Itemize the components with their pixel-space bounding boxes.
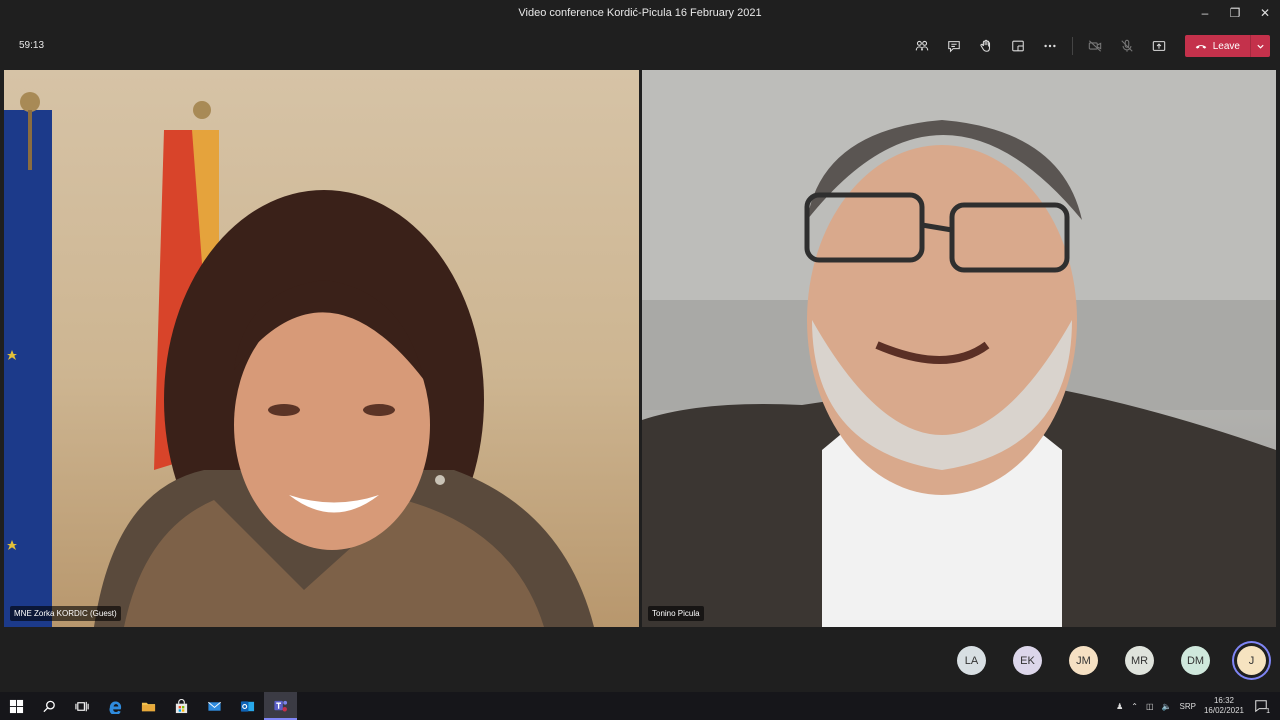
chat-icon bbox=[947, 41, 960, 53]
taskbar-file-explorer[interactable] bbox=[132, 692, 165, 720]
participant-roster: LA EK JM MR DM J bbox=[0, 628, 1280, 692]
notification-count: 1 bbox=[1266, 708, 1270, 715]
participants-icon bbox=[915, 40, 928, 51]
network-icon[interactable]: ◫ bbox=[1146, 702, 1154, 711]
mail-icon bbox=[208, 701, 221, 711]
participant-video-feed bbox=[642, 70, 1276, 627]
leave-label: Leave bbox=[1212, 40, 1240, 52]
window-title: Video conference Kordić-Picula 16 Februa… bbox=[518, 7, 762, 19]
edge-browser-icon bbox=[109, 700, 122, 714]
taskbar-outlook[interactable] bbox=[231, 692, 264, 720]
maximize-button[interactable]: ❐ bbox=[1220, 0, 1250, 26]
participant-name-tag: MNE Zorka KORDIC (Guest) bbox=[10, 606, 121, 621]
close-icon: ✕ bbox=[1259, 6, 1271, 20]
participant-avatar[interactable]: JM bbox=[1069, 646, 1098, 675]
camera-off-icon bbox=[1088, 40, 1101, 52]
video-stage: MNE Zorka KORDIC (Guest) Tonino Picula bbox=[4, 70, 1276, 627]
taskbar-teams[interactable] bbox=[264, 692, 297, 720]
folder-icon bbox=[141, 702, 156, 711]
mic-toggle-button[interactable] bbox=[1111, 34, 1143, 58]
task-view-button[interactable] bbox=[66, 692, 99, 720]
more-actions-button[interactable] bbox=[1034, 34, 1066, 58]
close-button[interactable]: ✕ bbox=[1250, 0, 1280, 26]
outlook-icon bbox=[240, 700, 255, 712]
share-screen-button[interactable] bbox=[1143, 34, 1175, 58]
participant-avatar[interactable]: LA bbox=[957, 646, 986, 675]
taskbar-apps bbox=[0, 692, 297, 720]
chevron-up-icon[interactable]: ⌃ bbox=[1131, 702, 1138, 711]
more-icon bbox=[1044, 44, 1056, 48]
toolbar-divider bbox=[1071, 37, 1073, 55]
participant-name-tag: Tonino Picula bbox=[648, 606, 704, 621]
breakout-rooms-icon bbox=[1011, 40, 1024, 52]
chat-button[interactable] bbox=[938, 34, 970, 58]
avatar-list: LA EK JM MR DM J bbox=[957, 646, 1266, 675]
breakout-rooms-button[interactable] bbox=[1002, 34, 1034, 58]
store-bag-icon bbox=[175, 698, 188, 713]
video-tile-tonino-picula[interactable]: Tonino Picula bbox=[642, 70, 1276, 627]
raise-hand-icon bbox=[980, 39, 990, 52]
start-button[interactable] bbox=[0, 692, 33, 720]
participant-avatar[interactable]: EK bbox=[1013, 646, 1042, 675]
chevron-down-icon bbox=[1257, 44, 1264, 49]
avatar-initials: DM bbox=[1186, 654, 1205, 667]
volume-icon[interactable]: 🔈 bbox=[1162, 702, 1172, 711]
video-tile-zorka-kordic[interactable]: MNE Zorka KORDIC (Guest) bbox=[4, 70, 639, 627]
participant-avatar[interactable]: J bbox=[1237, 646, 1266, 675]
participant-video-feed bbox=[4, 92, 594, 627]
participant-avatar[interactable]: DM bbox=[1181, 646, 1210, 675]
meeting-toolbar: 59:13 Leave bbox=[0, 26, 1280, 66]
mic-off-icon bbox=[1121, 39, 1133, 52]
taskbar-clock[interactable]: 16:32 16/02/2021 bbox=[1204, 696, 1244, 716]
taskbar-search-button[interactable] bbox=[33, 692, 66, 720]
people-icon[interactable]: ♟ bbox=[1116, 702, 1123, 711]
restore-icon: ❐ bbox=[1229, 6, 1241, 20]
avatar-initials: EK bbox=[1020, 654, 1035, 667]
windows-taskbar: ♟ ⌃ ◫ 🔈 SRP 16:32 16/02/2021 1 bbox=[0, 692, 1280, 720]
participants-button[interactable] bbox=[906, 34, 938, 58]
camera-toggle-button[interactable] bbox=[1079, 34, 1111, 58]
minimize-icon: – bbox=[1201, 6, 1209, 20]
clock-time: 16:32 bbox=[1213, 696, 1234, 705]
notification-center-button[interactable]: 1 bbox=[1252, 697, 1270, 715]
task-view-icon bbox=[75, 701, 89, 711]
meeting-controls: Leave bbox=[906, 34, 1270, 58]
participant-avatar[interactable]: MR bbox=[1125, 646, 1154, 675]
raise-hand-button[interactable] bbox=[970, 34, 1002, 58]
input-language[interactable]: SRP bbox=[1180, 702, 1196, 711]
meeting-timer: 59:13 bbox=[19, 40, 45, 51]
search-icon bbox=[43, 700, 55, 712]
avatar-initials: LA bbox=[964, 654, 979, 667]
avatar-initials: MR bbox=[1130, 654, 1149, 667]
taskbar-store[interactable] bbox=[165, 692, 198, 720]
window-titlebar: Video conference Kordić-Picula 16 Februa… bbox=[0, 0, 1280, 26]
avatar-initials: JM bbox=[1076, 654, 1091, 667]
minimize-button[interactable]: – bbox=[1190, 0, 1220, 26]
clock-date: 16/02/2021 bbox=[1203, 706, 1244, 715]
avatar-initials: J bbox=[1248, 654, 1255, 667]
windows-logo-icon bbox=[9, 699, 24, 713]
taskbar-mail[interactable] bbox=[198, 692, 231, 720]
leave-options-button[interactable] bbox=[1250, 35, 1270, 57]
system-tray: ♟ ⌃ ◫ 🔈 SRP 16:32 16/02/2021 1 bbox=[1116, 692, 1280, 720]
phone-hangup-icon bbox=[1195, 45, 1206, 49]
teams-icon bbox=[274, 700, 288, 711]
window-controls: – ❐ ✕ bbox=[1190, 0, 1280, 26]
share-screen-icon bbox=[1152, 41, 1165, 51]
leave-button[interactable]: Leave bbox=[1185, 35, 1250, 57]
taskbar-edge[interactable] bbox=[99, 692, 132, 720]
leave-button-group: Leave bbox=[1184, 35, 1270, 57]
